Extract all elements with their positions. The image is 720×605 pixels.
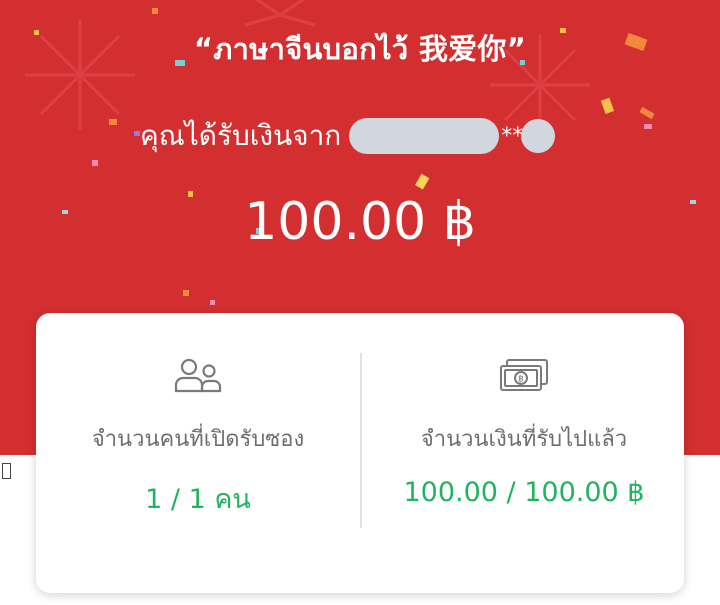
masked-sender-avatar xyxy=(521,119,556,153)
amount-value: 100.00 / 100.00 ฿ xyxy=(403,477,645,508)
svg-text:฿: ฿ xyxy=(518,375,524,385)
greeting-message: “ภาษาจีนบอกไว้ 我爱你” xyxy=(193,32,527,66)
people-icon xyxy=(174,358,222,393)
received-amount: 100.00 ฿ xyxy=(244,192,476,252)
masked-sender-name xyxy=(349,118,500,154)
banknote-icon: ฿ xyxy=(500,359,548,391)
sender-row: คุณได้รับเงินจาก ** xyxy=(140,115,556,157)
received-from-label: คุณได้รับเงินจาก xyxy=(140,119,342,152)
amount-label: จำนวนเงินที่รับไปแล้ว xyxy=(420,427,628,452)
amount-stat: ฿ จำนวนเงินที่รับไปแล้ว 100.00 / 100.00 … xyxy=(362,313,686,593)
summary-card: จำนวนคนที่เปิดรับซอง 1 / 1 คน ฿ จำนวนเงิ… xyxy=(36,313,684,593)
openers-stat: จำนวนคนที่เปิดรับซอง 1 / 1 คน xyxy=(36,313,360,593)
missing-glyph-icon xyxy=(2,463,11,479)
masked-suffix: ** xyxy=(501,123,524,149)
openers-value: 1 / 1 คน xyxy=(145,484,251,515)
openers-label: จำนวนคนที่เปิดรับซอง xyxy=(91,427,305,452)
